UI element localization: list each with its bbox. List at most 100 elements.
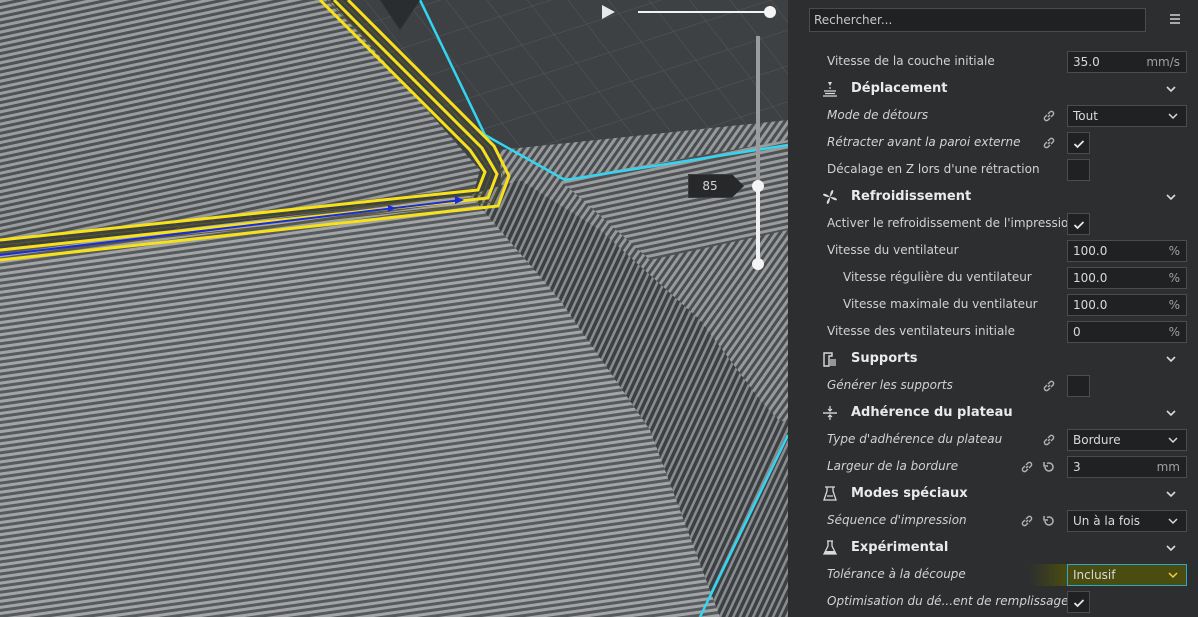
adhesion-type-dropdown[interactable]: Bordure [1067, 429, 1187, 451]
dropdown-value: Inclusif [1073, 568, 1116, 582]
setting-highlight [1028, 564, 1068, 586]
setting-label: Vitesse des ventilateurs initiale [827, 324, 1016, 338]
category-special-modes[interactable]: Modes spéciaux [788, 480, 1198, 507]
setting-label: Activer le refroidissement de l'impressi… [827, 216, 1076, 230]
path-slider-handle[interactable] [764, 6, 776, 18]
category-title: Déplacement [851, 81, 948, 96]
layer-slider-lower-handle[interactable] [752, 258, 764, 270]
link-icon[interactable] [1020, 514, 1034, 528]
print-settings-panel: Vitesse de la couche initiale 35.0 mm/s … [788, 0, 1198, 617]
hamburger-menu-icon [1170, 14, 1180, 24]
setting-adhesion-type: Type d'adhérence du plateau Bordure [788, 426, 1198, 453]
special-modes-icon [823, 486, 837, 501]
path-slider[interactable] [638, 6, 776, 18]
chevron-down-icon [1166, 545, 1176, 552]
play-simulation-button[interactable] [598, 2, 618, 22]
reset-icon[interactable] [1042, 460, 1056, 474]
category-cooling[interactable]: Refroidissement [788, 183, 1198, 210]
enable-cooling-checkbox[interactable] [1067, 213, 1090, 235]
field-value: 100.0 [1073, 271, 1108, 285]
setting-combing-mode: Mode de détours Tout [788, 102, 1198, 129]
setting-slicing-tolerance: Tolérance à la découpe Inclusif [788, 561, 1198, 588]
checkmark-icon [1073, 221, 1085, 230]
checkmark-icon [1073, 140, 1085, 149]
retract-before-outer-wall-checkbox[interactable] [1067, 132, 1090, 154]
chevron-down-icon [1168, 572, 1178, 579]
setting-z-hop: Décalage en Z lors d'une rétraction [788, 156, 1198, 183]
setting-initial-layer-speed: Vitesse de la couche initiale 35.0 mm/s [788, 48, 1198, 75]
layer-view-viewport[interactable]: 85 [0, 0, 788, 617]
layer-slider-upper-handle[interactable] [752, 180, 764, 192]
setting-label: Séquence d'impression [827, 513, 967, 527]
setting-print-sequence: Séquence d'impression Un à la fois [788, 507, 1198, 534]
chevron-down-icon [1168, 518, 1178, 525]
fan-speed-input[interactable]: 100.0 % [1067, 240, 1187, 262]
link-icon[interactable] [1042, 109, 1056, 123]
setting-enable-cooling: Activer le refroidissement de l'impressi… [788, 210, 1198, 237]
category-title: Modes spéciaux [851, 486, 968, 501]
setting-label: Décalage en Z lors d'une rétraction [827, 162, 1040, 176]
generate-support-checkbox[interactable] [1067, 375, 1090, 397]
setting-max-fan-speed: Vitesse maximale du ventilateur 100.0 % [788, 291, 1198, 318]
print-sequence-dropdown[interactable]: Un à la fois [1067, 510, 1187, 532]
chevron-down-icon [1166, 491, 1176, 498]
field-unit: % [1168, 244, 1180, 258]
setting-label: Vitesse de la couche initiale [827, 54, 995, 68]
category-experimental[interactable]: Expérimental [788, 534, 1198, 561]
brim-width-input[interactable]: 3 mm [1067, 456, 1187, 478]
setting-label: Rétracter avant la paroi externe [827, 135, 1021, 149]
category-travel[interactable]: Déplacement [788, 75, 1198, 102]
field-value: 3 [1073, 460, 1081, 474]
layer-range-bar[interactable] [756, 186, 760, 264]
settings-menu-button[interactable] [1168, 12, 1182, 26]
chevron-down-icon [1166, 86, 1176, 93]
field-value: 35.0 [1073, 55, 1100, 69]
field-value: 100.0 [1073, 244, 1108, 258]
category-title: Refroidissement [851, 189, 972, 204]
initial-fan-speed-input[interactable]: 0 % [1067, 321, 1187, 343]
setting-label: Vitesse du ventilateur [827, 243, 959, 257]
layer-preview-scene [0, 0, 788, 617]
setting-label: Largeur de la bordure [827, 459, 959, 473]
settings-list: Vitesse de la couche initiale 35.0 mm/s … [788, 48, 1198, 615]
support-icon [823, 352, 836, 367]
field-unit: % [1168, 298, 1180, 312]
slicing-tolerance-dropdown[interactable]: Inclusif [1067, 564, 1187, 586]
setting-initial-fan-speed: Vitesse des ventilateurs initiale 0 % [788, 318, 1198, 345]
initial-layer-speed-input[interactable]: 35.0 mm/s [1067, 51, 1187, 73]
fan-icon [823, 190, 837, 204]
field-value: 100.0 [1073, 298, 1108, 312]
regular-fan-speed-input[interactable]: 100.0 % [1067, 267, 1187, 289]
field-unit: mm [1156, 460, 1180, 474]
combing-mode-dropdown[interactable]: Tout [1067, 105, 1187, 127]
setting-label: Vitesse régulière du ventilateur [843, 270, 1032, 284]
dropdown-value: Un à la fois [1073, 514, 1141, 528]
setting-label: Mode de détours [827, 108, 929, 122]
reset-icon[interactable] [1042, 514, 1056, 528]
category-adhesion[interactable]: Adhérence du plateau [788, 399, 1198, 426]
link-icon[interactable] [1020, 460, 1034, 474]
checkmark-icon [1073, 599, 1085, 608]
chevron-down-icon [1166, 194, 1176, 201]
setting-brim-width: Largeur de la bordure 3 mm [788, 453, 1198, 480]
category-title: Supports [851, 351, 918, 366]
chevron-down-icon [1168, 113, 1178, 120]
setting-label: Générer les supports [827, 378, 953, 392]
infill-optimization-checkbox[interactable] [1067, 591, 1090, 613]
link-icon[interactable] [1042, 433, 1056, 447]
flask-icon [822, 540, 838, 555]
setting-retract-before-outer-wall: Rétracter avant la paroi externe [788, 129, 1198, 156]
chevron-down-icon [1168, 437, 1178, 444]
setting-generate-support: Générer les supports [788, 372, 1198, 399]
link-icon[interactable] [1042, 379, 1056, 393]
z-hop-checkbox[interactable] [1067, 159, 1090, 181]
max-fan-speed-input[interactable]: 100.0 % [1067, 294, 1187, 316]
chevron-down-icon [1166, 410, 1176, 417]
setting-label: Tolérance à la découpe [827, 567, 966, 581]
adhesion-icon [823, 406, 837, 420]
setting-infill-optimization: Optimisation du dé...ent de remplissage [788, 588, 1198, 615]
settings-search-input[interactable] [809, 8, 1146, 32]
link-icon[interactable] [1042, 136, 1056, 150]
setting-fan-speed: Vitesse du ventilateur 100.0 % [788, 237, 1198, 264]
category-support[interactable]: Supports [788, 345, 1198, 372]
